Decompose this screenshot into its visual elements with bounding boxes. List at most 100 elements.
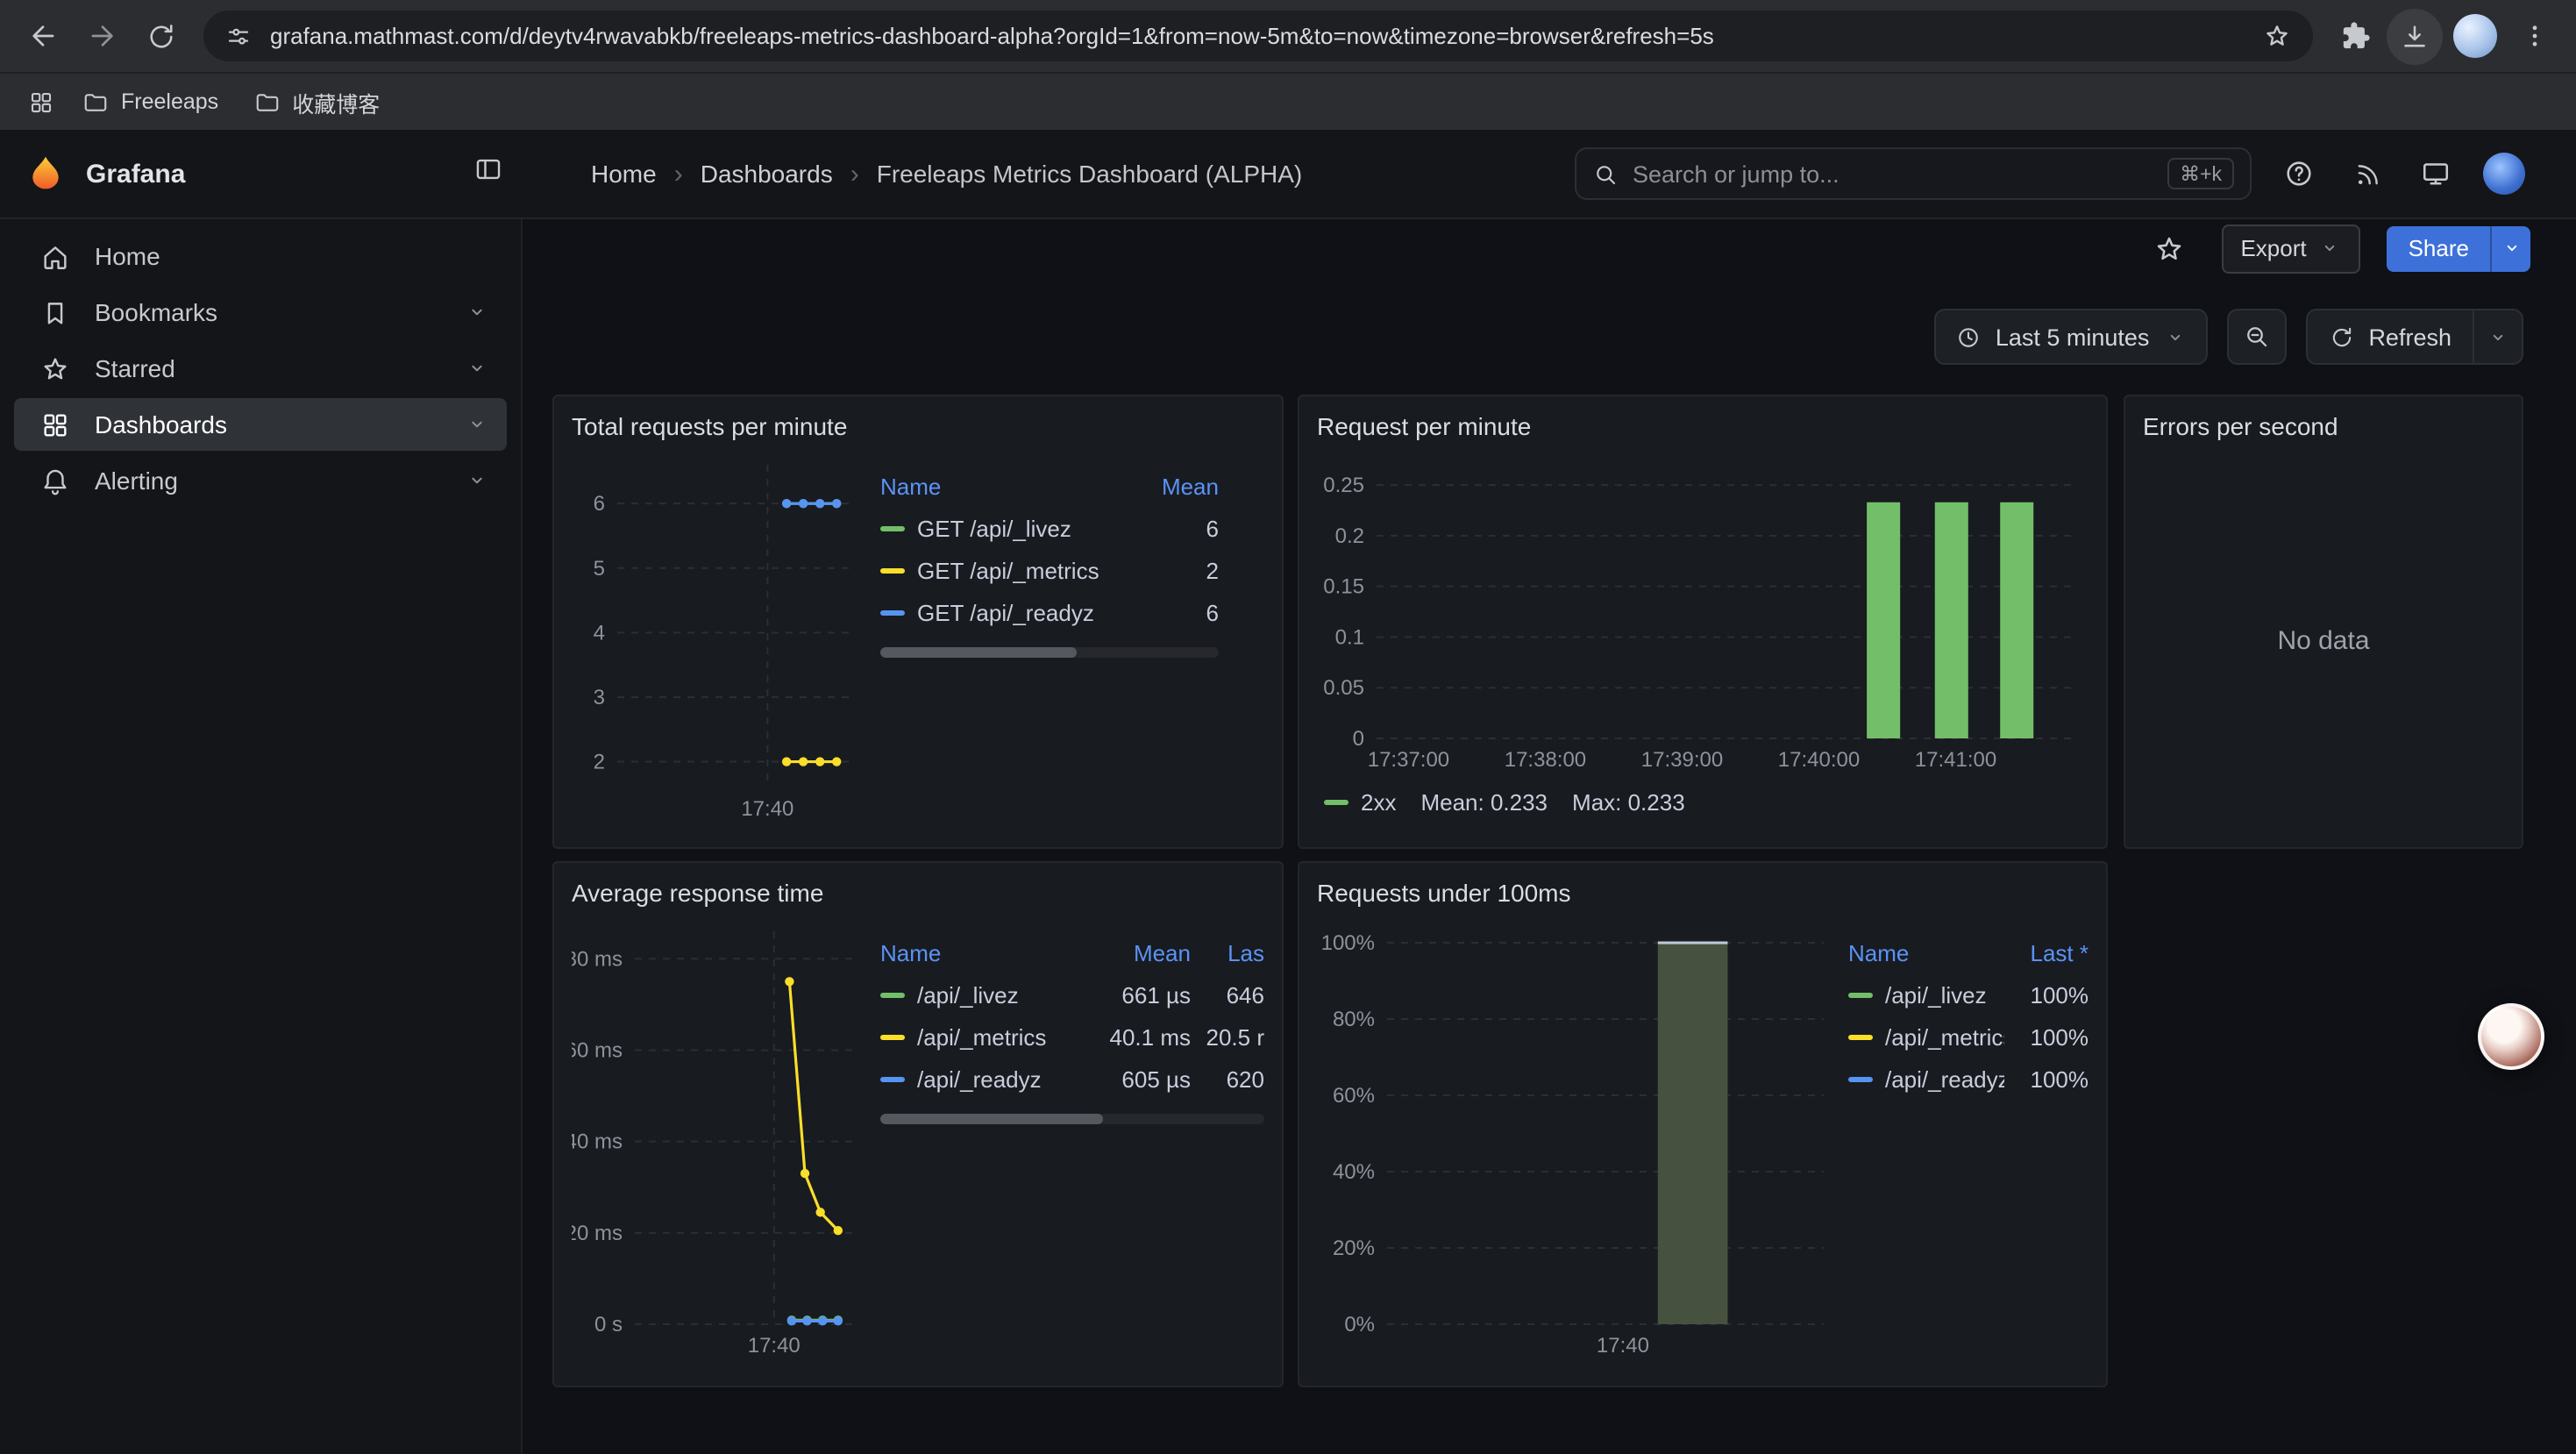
legend-scrollbar[interactable] <box>880 1114 1264 1124</box>
svg-text:17:38:00: 17:38:00 <box>1505 748 1586 772</box>
legend-col-name[interactable]: Name <box>880 473 1107 499</box>
user-profile-button[interactable] <box>2478 147 2530 200</box>
legend-scrollbar[interactable] <box>880 647 1219 658</box>
favorite-dashboard-button[interactable] <box>2142 222 2195 274</box>
requests-under-100ms-chart[interactable]: 100%80%60%40%20%0%17:40 <box>1317 914 1834 1366</box>
svg-text:17:37:00: 17:37:00 <box>1368 748 1449 772</box>
legend-col-last[interactable]: Las <box>1191 939 1264 966</box>
browser-forward-button[interactable] <box>74 8 130 64</box>
svg-text:20%: 20% <box>1333 1237 1375 1260</box>
series-color <box>880 609 905 615</box>
breadcrumb-current: Freeleaps Metrics Dashboard (ALPHA) <box>877 160 1303 188</box>
apps-shortcut-button[interactable] <box>18 79 63 125</box>
browser-menu-button[interactable] <box>2506 8 2562 64</box>
series-max: Max: 0.233 <box>1572 788 1685 815</box>
screen: grafana.mathmast.com/d/deytv4rwavabkb/fr… <box>0 0 2576 1363</box>
breadcrumb-dashboards[interactable]: Dashboards <box>701 160 833 188</box>
panel-title[interactable]: Total requests per minute <box>572 405 1264 447</box>
series-toggle[interactable]: /api/_livez <box>1848 981 2004 1008</box>
sidebar-item-alerting[interactable]: Alerting <box>14 454 507 507</box>
chevron-down-icon[interactable] <box>465 300 489 324</box>
legend-col-name[interactable]: Name <box>880 939 1078 966</box>
series-toggle[interactable]: /api/_metrics <box>1848 1023 2004 1050</box>
bookmark-folder-blogs[interactable]: 收藏博客 <box>238 78 395 125</box>
extensions-button[interactable] <box>2327 8 2383 64</box>
chevron-down-icon <box>2500 237 2523 260</box>
chevron-down-icon[interactable] <box>465 356 489 381</box>
sidebar-item-starred[interactable]: Starred <box>14 342 507 395</box>
bookmark-star-icon[interactable] <box>2262 21 2292 51</box>
refresh-interval-dropdown[interactable] <box>2473 310 2522 363</box>
sidebar-item-dashboards[interactable]: Dashboards <box>14 398 507 451</box>
time-range-picker[interactable]: Last 5 minutes <box>1934 309 2208 365</box>
series-toggle[interactable]: /api/_livez <box>880 981 1078 1008</box>
user-avatar <box>2483 153 2525 195</box>
series-toggle[interactable]: /api/_readyz <box>880 1066 1078 1092</box>
url-text: grafana.mathmast.com/d/deytv4rwavabkb/fr… <box>270 23 2245 49</box>
series-toggle[interactable]: /api/_readyz <box>1848 1066 2004 1092</box>
series-toggle[interactable]: GET /api/_metrics <box>880 557 1107 583</box>
downloads-button[interactable] <box>2387 8 2443 64</box>
series-toggle[interactable]: GET /api/_readyz <box>880 599 1107 625</box>
panel-title[interactable]: Errors per second <box>2143 405 2504 447</box>
series-toggle[interactable]: GET /api/_livez <box>880 515 1107 541</box>
svg-text:0 s: 0 s <box>594 1313 623 1336</box>
svg-text:0.1: 0.1 <box>1335 625 1364 649</box>
scrollbar-thumb[interactable] <box>880 1114 1103 1124</box>
sidebar-item-bookmarks[interactable]: Bookmarks <box>14 286 507 339</box>
news-button[interactable] <box>2341 147 2394 200</box>
url-bar[interactable]: grafana.mathmast.com/d/deytv4rwavabkb/fr… <box>203 11 2313 61</box>
refresh-split-button: Refresh <box>2305 309 2523 365</box>
bell-icon <box>40 466 70 495</box>
legend-col-last[interactable]: Last * <box>2004 939 2089 966</box>
legend-col-mean[interactable]: Mean <box>1107 473 1219 499</box>
clock-icon <box>1955 324 1982 350</box>
share-dropdown-button[interactable] <box>2490 225 2530 271</box>
search-input[interactable]: Search or jump to... ⌘+k <box>1575 147 2252 200</box>
export-button[interactable]: Export <box>2221 224 2360 273</box>
series-color <box>880 1076 905 1081</box>
assistant-avatar-button[interactable] <box>2478 1003 2544 1070</box>
browser-toolbar: grafana.mathmast.com/d/deytv4rwavabkb/fr… <box>0 0 2576 72</box>
series-toggle[interactable]: /api/_metrics <box>880 1023 1078 1050</box>
browser-profile-button[interactable] <box>2446 8 2502 64</box>
panel-title[interactable]: Request per minute <box>1317 405 2089 447</box>
help-button[interactable] <box>2273 147 2325 200</box>
series-color <box>880 525 905 531</box>
chevron-down-icon[interactable] <box>465 468 489 493</box>
breadcrumb-home[interactable]: Home <box>591 160 657 188</box>
display-button[interactable] <box>2409 147 2462 200</box>
bookmark-folder-freeleaps[interactable]: Freeleaps <box>67 82 234 122</box>
sidebar-item-home[interactable]: Home <box>14 230 507 282</box>
legend-row: /api/_readyz 100% <box>1848 1058 2089 1100</box>
request-per-minute-chart[interactable]: 0.250.20.150.10.05017:37:0017:38:0017:39… <box>1317 447 2081 780</box>
grafana-logo[interactable] <box>26 154 65 193</box>
panel-title[interactable]: Average response time <box>572 872 1264 914</box>
export-label: Export <box>2240 235 2306 261</box>
legend-col-name[interactable]: Name <box>1848 939 2004 966</box>
chevron-down-icon[interactable] <box>465 412 489 437</box>
browser-refresh-button[interactable] <box>133 8 189 64</box>
bookmarks-bar: Freeleaps 收藏博客 <box>0 72 2576 130</box>
legend-row: /api/_livez 100% <box>1848 973 2089 1016</box>
chevron-down-icon <box>2487 325 2509 348</box>
legend-col-mean[interactable]: Mean <box>1078 939 1191 966</box>
panel-title[interactable]: Requests under 100ms <box>1317 872 2089 914</box>
sidebar-collapse-button[interactable] <box>473 154 503 193</box>
svg-text:6: 6 <box>594 492 605 516</box>
folder-icon <box>253 89 280 115</box>
browser-back-button[interactable] <box>14 8 70 64</box>
average-response-time-chart[interactable]: 80 ms60 ms40 ms20 ms0 s17:40 <box>572 914 866 1366</box>
svg-text:17:39:00: 17:39:00 <box>1641 748 1723 772</box>
panel-total-requests: Total requests per minute 6543217:40 Nam… <box>552 395 1284 849</box>
nav-sidebar: Home Bookmarks Starred Dashboards Alerti… <box>0 219 523 1454</box>
svg-text:0%: 0% <box>1344 1313 1375 1336</box>
share-button[interactable]: Share <box>2387 225 2490 271</box>
total-requests-chart[interactable]: 6543217:40 <box>572 447 866 830</box>
zoom-out-button[interactable] <box>2226 309 2286 365</box>
refresh-button[interactable]: Refresh <box>2307 310 2473 363</box>
scrollbar-thumb[interactable] <box>880 647 1077 658</box>
series-toggle[interactable]: 2xx <box>1324 788 1396 815</box>
brand-name: Grafana <box>86 159 185 189</box>
monitor-icon <box>2420 158 2451 189</box>
